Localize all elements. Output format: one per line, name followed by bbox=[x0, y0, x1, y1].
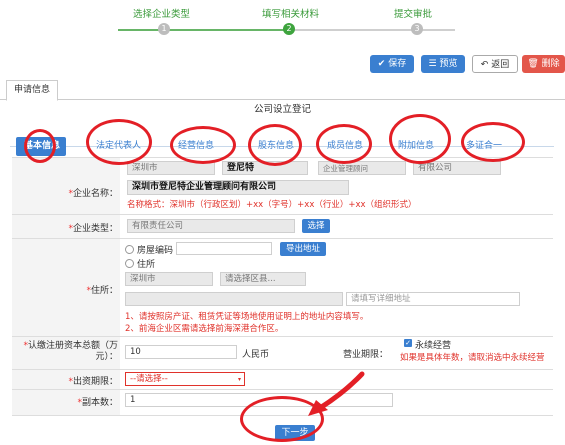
capital-label: *认缴注册资本总额（万元）： bbox=[23, 341, 118, 362]
contribution-term-select[interactable]: --请选择-- ▾ bbox=[125, 372, 245, 386]
annotation-circle bbox=[86, 119, 152, 165]
check-icon: ✔ bbox=[377, 59, 386, 69]
form-row-divider bbox=[12, 389, 553, 390]
trash-icon: 🗑 bbox=[527, 59, 539, 69]
form-row-divider bbox=[12, 238, 553, 239]
detail-address-input[interactable]: 请填写详细地址 bbox=[346, 292, 520, 306]
step-connector bbox=[118, 29, 284, 31]
step-label-submit: 提交审批 bbox=[394, 9, 433, 20]
export-address-button[interactable]: 导出地址 bbox=[280, 242, 326, 256]
step-dot-3: 3 bbox=[411, 23, 423, 35]
company-name-label: *企业名称： bbox=[68, 189, 118, 199]
house-code-radio[interactable] bbox=[125, 245, 134, 254]
address-note-2: 2、前海企业区需请选择前海深港合作区。 bbox=[125, 324, 284, 334]
step-label-fill-materials: 填写相关材料 bbox=[262, 9, 320, 20]
perpetual-checkbox[interactable]: ✓ bbox=[404, 339, 412, 347]
delete-button[interactable]: 🗑 删除 bbox=[522, 55, 565, 73]
contribution-term-label: *出资期限： bbox=[68, 377, 118, 387]
house-code-input[interactable] bbox=[176, 242, 272, 255]
address-label: *住所： bbox=[86, 286, 118, 296]
copies-label: *副本数： bbox=[77, 398, 118, 408]
address-note-1: 1、请按照房产证、租赁凭证等场地使用证明上的地址内容填写。 bbox=[125, 312, 369, 322]
form-row-divider bbox=[12, 369, 553, 370]
name-industry-input[interactable]: 企业管理顾问 bbox=[318, 161, 406, 175]
step-dot-2: 2 bbox=[283, 23, 295, 35]
step-connector bbox=[290, 29, 455, 31]
annotation-circle bbox=[170, 126, 236, 164]
list-icon: ☰ bbox=[428, 59, 437, 69]
city-select[interactable]: 深圳市 bbox=[125, 272, 213, 286]
currency-unit: 人民币 bbox=[242, 350, 270, 360]
progress-stepper: 选择企业类型 填写相关材料 提交审批 1 2 3 bbox=[0, 0, 565, 40]
annotation-circle bbox=[24, 129, 56, 163]
tab-bar bbox=[0, 77, 565, 100]
annotation-circle bbox=[316, 124, 372, 164]
company-type-input[interactable]: 有限责任公司 bbox=[127, 219, 295, 233]
form-row-divider bbox=[12, 336, 553, 337]
district-select[interactable]: 请选择区县... bbox=[220, 272, 306, 286]
company-type-label: *企业类型： bbox=[68, 224, 118, 234]
house-code-label: 房屋编码 bbox=[137, 246, 174, 256]
preview-button[interactable]: ☰ 预览 bbox=[421, 55, 465, 73]
annotation-arrow bbox=[308, 371, 365, 416]
annotation-circle bbox=[389, 114, 451, 164]
step-dot-1: 1 bbox=[158, 23, 170, 35]
perpetual-label: 永续经营 bbox=[415, 341, 452, 351]
business-term-hint: 如果是具体年数，请取消选中永续经营 bbox=[400, 353, 545, 363]
name-format-hint: 名称格式：深圳市（行政区划）+xx（字号）+xx（行业）+xx（组织形式） bbox=[127, 200, 417, 210]
save-button[interactable]: ✔ 保存 bbox=[370, 55, 414, 73]
residence-radio[interactable] bbox=[125, 259, 134, 268]
step-label-select-type: 选择企业类型 bbox=[133, 9, 191, 20]
business-term-label: 营业期限： bbox=[342, 350, 388, 360]
annotation-circle bbox=[248, 124, 302, 166]
residence-label: 住所 bbox=[137, 260, 156, 270]
annotation-circle bbox=[461, 122, 525, 162]
tab-application-info[interactable]: 申请信息 bbox=[6, 80, 58, 101]
undo-icon: ↶ bbox=[480, 60, 489, 70]
capital-input[interactable]: 10 bbox=[125, 345, 237, 359]
dropdown-arrow-icon: ▾ bbox=[237, 376, 241, 383]
full-company-name: 深圳市登尼特企业管理顾问有限公司 bbox=[127, 180, 349, 195]
back-button[interactable]: ↶ 返回 bbox=[472, 55, 518, 73]
address-prefix-input bbox=[125, 292, 343, 306]
select-type-button[interactable]: 选择 bbox=[302, 219, 330, 233]
form-row-divider bbox=[12, 214, 553, 215]
form-title: 公司设立登记 bbox=[253, 104, 311, 115]
